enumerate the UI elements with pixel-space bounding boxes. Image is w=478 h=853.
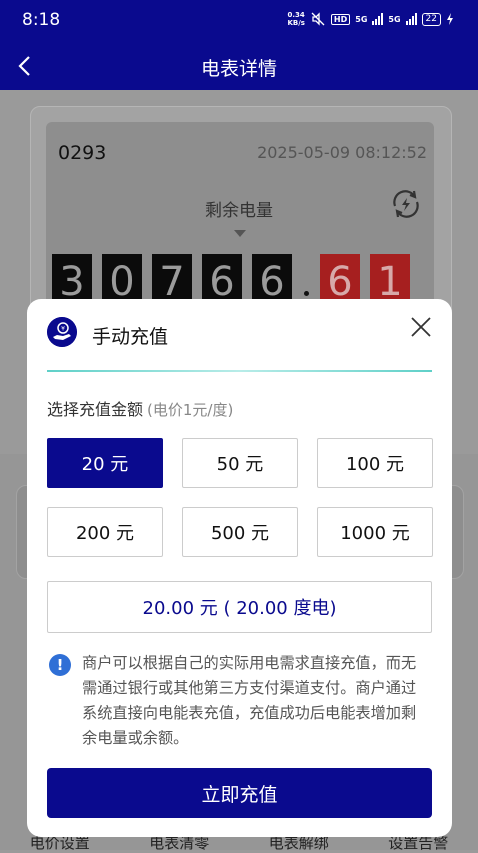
amount-option-1000[interactable]: 1000 元 [317, 507, 433, 557]
meter-digit: 6 [202, 254, 242, 300]
network-speed: 0.34 KB/s [287, 11, 304, 27]
recharge-dialog: ¥ 手动充值 选择充值金额 (电价1元/度) 20 元 50 元 100 元 20… [27, 299, 452, 837]
close-icon[interactable] [410, 316, 432, 338]
recharge-notice: ! 商户可以根据自己的实际用电需求直接充值，而无需通过银行或其他第三方支付渠道支… [49, 651, 429, 751]
meter-number: 0293 [58, 142, 107, 164]
recharge-summary: 20.00 元 ( 20.00 度电) [47, 581, 432, 633]
signal-5g-label-1: 5G [355, 14, 368, 24]
caret-down-icon [234, 230, 246, 237]
amount-options: 20 元 50 元 100 元 200 元 500 元 1000 元 [47, 438, 433, 557]
amount-option-50[interactable]: 50 元 [182, 438, 298, 488]
amount-option-20[interactable]: 20 元 [47, 438, 163, 488]
signal-icon-2 [405, 13, 417, 25]
network-speed-unit: KB/s [287, 19, 305, 27]
amount-section-label: 选择充值金额 (电价1元/度) [47, 396, 233, 420]
meter-digit: 0 [102, 254, 142, 300]
status-time: 8:18 [22, 10, 61, 30]
dialog-title: 手动充值 [92, 326, 169, 348]
svg-text:¥: ¥ [61, 326, 65, 333]
amount-option-200[interactable]: 200 元 [47, 507, 163, 557]
page-title: 电表详情 [200, 58, 277, 80]
meter-digit-decimal: 1 [370, 254, 410, 300]
amount-option-100[interactable]: 100 元 [317, 438, 433, 488]
status-icons: 0.34 KB/s HD 5G 5G 22 [287, 11, 454, 27]
amount-label-text: 选择充值金额 [47, 400, 144, 419]
hd-badge: HD [330, 13, 351, 25]
info-icon: ! [49, 654, 71, 676]
meter-digit-decimal: 6 [320, 254, 360, 300]
refresh-icon[interactable] [388, 186, 424, 222]
meter-digit: 6 [252, 254, 292, 300]
battery-icon: 22 [421, 12, 441, 26]
signal-5g-label-2: 5G [388, 14, 401, 24]
recharge-hand-icon: ¥ [47, 317, 77, 347]
status-bar: 8:18 0.34 KB/s HD 5G 5G 22 [0, 0, 478, 42]
charging-icon [447, 13, 453, 25]
app-header: 电表详情 [0, 42, 478, 90]
meter-digit: 3 [52, 254, 92, 300]
meter-digit: 7 [152, 254, 192, 300]
notice-text: 商户可以根据自己的实际用电需求直接充值，而无需通过银行或其他第三方支付渠道支付。… [82, 654, 417, 747]
network-speed-value: 0.34 [287, 11, 305, 19]
signal-icon [372, 13, 384, 25]
decimal-point [302, 254, 310, 300]
price-hint: (电价1元/度) [147, 401, 234, 419]
recharge-now-button[interactable]: 立即充值 [47, 768, 432, 818]
title-divider [47, 370, 432, 372]
mute-icon [311, 12, 325, 26]
meter-datetime: 2025-05-09 08:12:52 [257, 143, 427, 162]
meter-digits: 3 0 7 6 6 6 1 [52, 254, 410, 300]
amount-option-500[interactable]: 500 元 [182, 507, 298, 557]
